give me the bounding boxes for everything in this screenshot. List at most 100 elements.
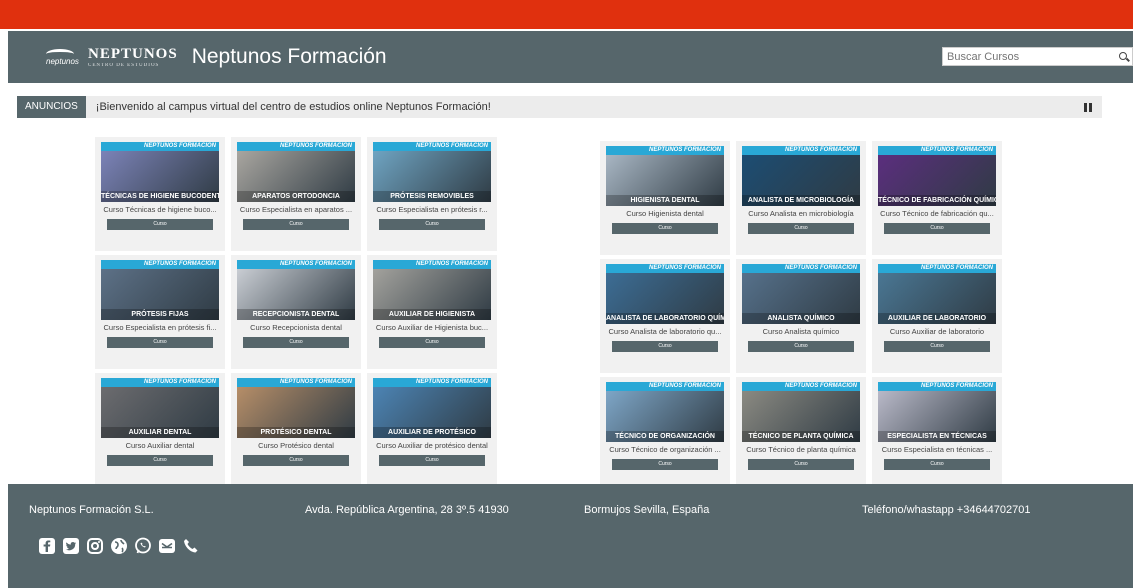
course-title[interactable]: Curso Especialista en prótesis fi... xyxy=(101,323,219,333)
course-thumbnail[interactable]: NEPTUNOS FORMACIÓN PRÓTESIS REMOVIBLES xyxy=(373,142,491,202)
course-card[interactable]: NEPTUNOS FORMACIÓN TÉCNICO DE FABRICACIÓN… xyxy=(872,141,1002,255)
course-title[interactable]: Curso Auxiliar de protésico dental xyxy=(373,441,491,451)
course-card[interactable]: NEPTUNOS FORMACIÓN AUXILIAR DE HIGIENISTA… xyxy=(367,255,497,369)
course-title[interactable]: Curso Especialista en prótesis r... xyxy=(373,205,491,215)
thumbnail-brand: NEPTUNOS FORMACIÓN xyxy=(921,265,993,271)
course-thumbnail[interactable]: NEPTUNOS FORMACIÓN TÉCNICO DE PLANTA QUÍM… xyxy=(742,382,860,442)
course-card[interactable]: NEPTUNOS FORMACIÓN ANALISTA DE LABORATORI… xyxy=(600,259,730,373)
course-thumbnail[interactable]: NEPTUNOS FORMACIÓN APARATOS ORTODONCIA xyxy=(237,142,355,202)
course-button[interactable]: Curso xyxy=(884,341,990,352)
course-card[interactable]: NEPTUNOS FORMACIÓN RECEPCIONISTA DENTAL Cu… xyxy=(231,255,361,369)
course-title[interactable]: Curso Analista en microbiología xyxy=(742,209,860,219)
course-thumbnail[interactable]: NEPTUNOS FORMACIÓN AUXILIAR DE HIGIENISTA xyxy=(373,260,491,320)
thumbnail-brand: NEPTUNOS FORMACIÓN xyxy=(144,379,216,385)
course-thumbnail[interactable]: NEPTUNOS FORMACIÓN ANALISTA DE LABORATORI… xyxy=(606,264,724,324)
course-thumbnail[interactable]: NEPTUNOS FORMACIÓN ANALISTA QUÍMICO xyxy=(742,264,860,324)
course-button[interactable]: Curso xyxy=(379,219,485,230)
thumbnail-banner: NEPTUNOS FORMACIÓN xyxy=(742,382,860,391)
footer-phone: Teléfono/whastapp +34644702701 xyxy=(862,504,1031,516)
course-button[interactable]: Curso xyxy=(379,455,485,466)
thumbnail-banner: NEPTUNOS FORMACIÓN xyxy=(878,264,996,273)
course-button[interactable]: Curso xyxy=(884,459,990,470)
course-thumbnail[interactable]: NEPTUNOS FORMACIÓN HIGIENISTA DENTAL xyxy=(606,146,724,206)
course-thumbnail[interactable]: NEPTUNOS FORMACIÓN PROTÉSICO DENTAL xyxy=(237,378,355,438)
course-card[interactable]: NEPTUNOS FORMACIÓN AUXILIAR DENTAL Curso A… xyxy=(95,373,225,487)
course-button[interactable]: Curso xyxy=(612,223,718,234)
course-card[interactable]: NEPTUNOS FORMACIÓN PRÓTESIS REMOVIBLES Cur… xyxy=(367,137,497,251)
course-thumbnail[interactable]: NEPTUNOS FORMACIÓN TÉCNICO DE FABRICACIÓN… xyxy=(878,146,996,206)
course-button[interactable]: Curso xyxy=(748,341,854,352)
course-thumbnail[interactable]: NEPTUNOS FORMACIÓN ESPECIALISTA EN TÉCNIC… xyxy=(878,382,996,442)
course-button[interactable]: Curso xyxy=(884,223,990,234)
site-logo[interactable]: neptunos NEPTUNOS CENTRO DE ESTUDIOS Nep… xyxy=(46,45,387,69)
course-button[interactable]: Curso xyxy=(243,337,349,348)
course-thumbnail[interactable]: NEPTUNOS FORMACIÓN ANALISTA DE MICROBIOLO… xyxy=(742,146,860,206)
course-card[interactable]: NEPTUNOS FORMACIÓN ANALISTA QUÍMICO Curso … xyxy=(736,259,866,373)
course-button[interactable]: Curso xyxy=(612,459,718,470)
course-card[interactable]: NEPTUNOS FORMACIÓN HIGIENISTA DENTAL Curso… xyxy=(600,141,730,255)
course-button[interactable]: Curso xyxy=(107,337,213,348)
course-title[interactable]: Curso Higienista dental xyxy=(606,209,724,219)
course-title[interactable]: Curso Analista de laboratorio qu... xyxy=(606,327,724,337)
course-card[interactable]: NEPTUNOS FORMACIÓN TÉCNICO DE ORGANIZACIÓ… xyxy=(600,377,730,491)
thumbnail-banner: NEPTUNOS FORMACIÓN xyxy=(101,378,219,387)
course-thumbnail[interactable]: NEPTUNOS FORMACIÓN PRÓTESIS FIJAS xyxy=(101,260,219,320)
course-card[interactable]: NEPTUNOS FORMACIÓN TÉCNICAS DE HIGIENE BU… xyxy=(95,137,225,251)
course-card[interactable]: NEPTUNOS FORMACIÓN AUXILIAR DE LABORATORI… xyxy=(872,259,1002,373)
thumbnail-caption: AUXILIAR DENTAL xyxy=(101,427,219,438)
thumbnail-caption: ESPECIALISTA EN TÉCNICAS xyxy=(878,431,996,442)
whatsapp-icon[interactable] xyxy=(133,537,152,555)
twitter-icon[interactable] xyxy=(61,537,80,555)
course-thumbnail[interactable]: NEPTUNOS FORMACIÓN AUXILIAR DE PROTÉSICO xyxy=(373,378,491,438)
course-button[interactable]: Curso xyxy=(748,223,854,234)
course-card[interactable]: NEPTUNOS FORMACIÓN TÉCNICO DE PLANTA QUÍM… xyxy=(736,377,866,491)
facebook-icon[interactable] xyxy=(37,537,56,555)
phone-icon[interactable] xyxy=(181,537,200,555)
course-thumbnail[interactable]: NEPTUNOS FORMACIÓN TÉCNICO DE ORGANIZACIÓ… xyxy=(606,382,724,442)
course-button[interactable]: Curso xyxy=(243,455,349,466)
instagram-icon[interactable] xyxy=(85,537,104,555)
course-grid-chemistry: NEPTUNOS FORMACIÓN HIGIENISTA DENTAL Curso… xyxy=(600,141,1002,491)
course-title[interactable]: Curso Técnicas de higiene buco... xyxy=(101,205,219,215)
email-icon[interactable] xyxy=(157,537,176,555)
thumbnail-banner: NEPTUNOS FORMACIÓN xyxy=(742,264,860,273)
course-title[interactable]: Curso Auxiliar de Higienista buc... xyxy=(373,323,491,333)
course-card[interactable]: NEPTUNOS FORMACIÓN PRÓTESIS FIJAS Curso Es… xyxy=(95,255,225,369)
course-title[interactable]: Curso Recepcionista dental xyxy=(237,323,355,333)
course-card[interactable]: NEPTUNOS FORMACIÓN ANALISTA DE MICROBIOLO… xyxy=(736,141,866,255)
pause-icon[interactable] xyxy=(1084,102,1092,112)
course-title[interactable]: Curso Técnico de organización ... xyxy=(606,445,724,455)
course-title[interactable]: Curso Auxiliar de laboratorio xyxy=(878,327,996,337)
course-title[interactable]: Curso Técnico de planta química xyxy=(742,445,860,455)
course-button[interactable]: Curso xyxy=(379,337,485,348)
thumbnail-caption: RECEPCIONISTA DENTAL xyxy=(237,309,355,320)
course-title[interactable]: Curso Protésico dental xyxy=(237,441,355,451)
course-title[interactable]: Curso Especialista en técnicas ... xyxy=(878,445,996,455)
globe-icon[interactable] xyxy=(109,537,128,555)
course-thumbnail[interactable]: NEPTUNOS FORMACIÓN TÉCNICAS DE HIGIENE BU… xyxy=(101,142,219,202)
course-button[interactable]: Curso xyxy=(748,459,854,470)
course-button[interactable]: Curso xyxy=(243,219,349,230)
course-thumbnail[interactable]: NEPTUNOS FORMACIÓN RECEPCIONISTA DENTAL xyxy=(237,260,355,320)
course-button[interactable]: Curso xyxy=(612,341,718,352)
course-thumbnail[interactable]: NEPTUNOS FORMACIÓN AUXILIAR DENTAL xyxy=(101,378,219,438)
footer-city: Bormujos Sevilla, España xyxy=(584,504,710,516)
course-button[interactable]: Curso xyxy=(107,455,213,466)
course-thumbnail[interactable]: NEPTUNOS FORMACIÓN AUXILIAR DE LABORATORI… xyxy=(878,264,996,324)
course-card[interactable]: NEPTUNOS FORMACIÓN APARATOS ORTODONCIA Cur… xyxy=(231,137,361,251)
search-icon[interactable] xyxy=(1116,49,1132,65)
thumbnail-caption: TÉCNICO DE FABRICACIÓN QUÍMICA xyxy=(878,195,996,206)
course-card[interactable]: NEPTUNOS FORMACIÓN PROTÉSICO DENTAL Curso … xyxy=(231,373,361,487)
logo-badge: neptunos xyxy=(46,45,79,69)
course-title[interactable]: Curso Analista químico xyxy=(742,327,860,337)
thumbnail-caption: TÉCNICO DE PLANTA QUÍMICA xyxy=(742,431,860,442)
logo-sub-text: CENTRO DE ESTUDIOS xyxy=(88,63,160,68)
course-title[interactable]: Curso Técnico de fabricación qu... xyxy=(878,209,996,219)
course-title[interactable]: Curso Auxiliar dental xyxy=(101,441,219,451)
course-card[interactable]: NEPTUNOS FORMACIÓN ESPECIALISTA EN TÉCNIC… xyxy=(872,377,1002,491)
course-title[interactable]: Curso Especialista en aparatos ... xyxy=(237,205,355,215)
course-button[interactable]: Curso xyxy=(107,219,213,230)
course-card[interactable]: NEPTUNOS FORMACIÓN AUXILIAR DE PROTÉSICO C… xyxy=(367,373,497,487)
thumbnail-banner: NEPTUNOS FORMACIÓN xyxy=(237,260,355,269)
search-input[interactable] xyxy=(943,50,1116,63)
